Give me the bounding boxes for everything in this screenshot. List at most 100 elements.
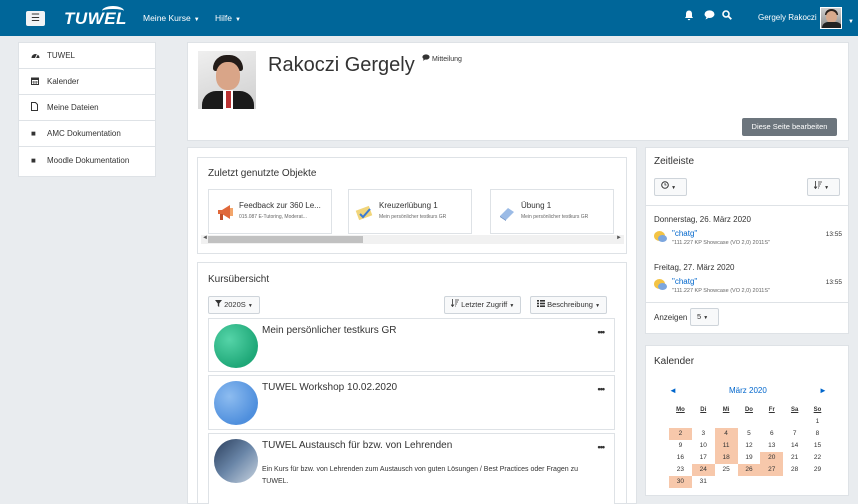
view-dropdown[interactable]: Beschreibung ▼ [530, 296, 608, 314]
calendar-next-icon[interactable]: ► [819, 386, 827, 395]
scroll-right-icon[interactable]: ► [616, 235, 622, 241]
timeline-event[interactable]: "chatg" "111.227 KP Showcase (VO 2,0) 20… [654, 229, 846, 251]
calendar-empty-cell [715, 416, 738, 428]
course-image [214, 381, 258, 425]
calendar-day[interactable]: 17 [692, 452, 715, 464]
calendar-day[interactable]: 3 [692, 428, 715, 440]
calendar-day[interactable]: 29 [806, 464, 829, 476]
timeline-filter-dropdown[interactable]: ▼ [654, 178, 687, 196]
calendar-day[interactable]: 15 [806, 440, 829, 452]
profile-photo [198, 51, 256, 109]
more-options-icon[interactable]: ••• [598, 442, 606, 452]
calendar-icon [31, 77, 41, 87]
event-name[interactable]: "chatg" [672, 229, 697, 238]
course-name[interactable]: TUWEL Austausch für bzw. von Lehrenden [262, 440, 452, 451]
calendar-day[interactable]: 14 [783, 440, 806, 452]
calendar-day[interactable]: 21 [783, 452, 806, 464]
recent-item-card[interactable]: Kreuzerlübung 1 Mein persönlicher testku… [348, 189, 472, 234]
tuwel-logo[interactable]: TUWEL [64, 6, 127, 29]
sidebar-item-label: Meine Dateien [47, 103, 99, 112]
calendar-day[interactable]: 25 [715, 464, 738, 476]
more-options-icon[interactable]: ••• [598, 384, 606, 394]
calendar-day[interactable]: 6 [760, 428, 783, 440]
calendar-day[interactable]: 13 [760, 440, 783, 452]
calendar-day[interactable]: 10 [692, 440, 715, 452]
search-icon[interactable] [721, 10, 733, 24]
calendar-day[interactable]: 18 [714, 452, 738, 464]
tachometer-icon [31, 51, 41, 61]
event-name[interactable]: "chatg" [672, 277, 697, 286]
calendar-day[interactable]: 9 [669, 440, 692, 452]
sidebar-item-amc-dokumentation[interactable]: ■ AMC Dokumentation [19, 121, 155, 147]
calendar-header-row: Mo Di Mi Do Fr Sa So [669, 404, 829, 416]
timeline-event[interactable]: "chatg" "111.227 KP Showcase (VO 2,0) 20… [654, 277, 846, 299]
calendar-weekday: Mo [676, 407, 685, 413]
calendar-day[interactable]: 22 [806, 452, 829, 464]
calendar-day[interactable]: 26 [737, 464, 761, 476]
recent-item-card[interactable]: Übung 1 Mein persönlicher testkurs GR [490, 189, 614, 234]
scrollbar-thumb[interactable] [208, 236, 363, 243]
course-name[interactable]: TUWEL Workshop 10.02.2020 [262, 382, 397, 393]
calendar-day[interactable]: 11 [714, 440, 738, 452]
filter-dropdown[interactable]: 2020S ▼ [208, 296, 260, 314]
calendar-week-row: 2345678 [669, 428, 829, 440]
calendar-day[interactable]: 1 [806, 416, 829, 428]
course-card[interactable]: TUWEL Workshop 10.02.2020 ••• [208, 375, 615, 430]
calendar-day[interactable]: 16 [669, 452, 692, 464]
course-name[interactable]: Mein persönlicher testkurs GR [262, 325, 397, 336]
calendar-day[interactable]: 28 [783, 464, 806, 476]
recent-item-card[interactable]: Feedback zur 360 Le... 015.087 E-Tutorin… [208, 189, 332, 234]
sort-value: Letzter Zugriff [461, 300, 508, 309]
calendar-day[interactable]: 24 [691, 464, 715, 476]
course-image [214, 324, 258, 368]
timeline-sort-dropdown[interactable]: ▼ [807, 178, 840, 196]
sidebar-item-meine-dateien[interactable]: Meine Dateien [19, 95, 155, 121]
calendar-week-row: 23 24 25 26 27 28 29 [669, 464, 829, 476]
course-card[interactable]: TUWEL Austausch für bzw. von Lehrenden •… [208, 433, 615, 504]
hamburger-icon[interactable]: ☰ [26, 11, 45, 26]
calendar-day[interactable]: 2 [669, 428, 692, 440]
caret-down-icon: ▼ [671, 185, 677, 191]
message-link[interactable]: Mitteilung [422, 54, 462, 63]
sort-icon [450, 299, 461, 309]
my-courses-menu[interactable]: Meine Kurse ▼ [143, 13, 200, 23]
calendar-day[interactable]: 20 [760, 452, 784, 464]
course-card[interactable]: Mein persönlicher testkurs GR ••• [208, 318, 615, 372]
calendar-day[interactable]: 27 [760, 464, 784, 476]
calendar-day[interactable]: 30 [669, 476, 692, 488]
edit-page-button[interactable]: Diese Seite bearbeiten [742, 118, 837, 136]
calendar-day[interactable]: 23 [669, 464, 692, 476]
sidebar-item-tuwel[interactable]: TUWEL [19, 43, 155, 69]
show-count-dropdown[interactable]: 5 ▼ [690, 308, 719, 326]
calendar-day[interactable]: 7 [783, 428, 806, 440]
calendar-day[interactable]: 8 [806, 428, 829, 440]
sidebar-item-label: Moodle Dokumentation [47, 155, 130, 165]
user-menu-caret-icon[interactable]: ▼ [848, 15, 854, 25]
calendar-title: Kalender [654, 356, 695, 367]
bullet-icon: ■ [31, 129, 36, 138]
chat-icon[interactable] [703, 10, 715, 24]
recent-item-title: Übung 1 [521, 201, 552, 210]
view-value: Beschreibung [547, 300, 593, 309]
calendar-day[interactable]: 19 [738, 452, 761, 464]
assignment-icon [497, 202, 517, 222]
bullet-icon: ■ [31, 155, 36, 165]
sidebar-item-label: TUWEL [47, 51, 75, 60]
recent-items-scrollbar[interactable]: ◄ ► [201, 235, 624, 244]
bell-icon[interactable] [683, 10, 695, 24]
sidebar-item-kalender[interactable]: Kalender [19, 69, 155, 95]
calendar-day[interactable]: 31 [692, 476, 715, 488]
help-menu[interactable]: Hilfe ▼ [215, 13, 241, 23]
sidebar-item-moodle-dokumentation[interactable]: ■ Moodle Dokumentation [19, 147, 155, 173]
user-avatar[interactable] [820, 7, 842, 29]
recent-item-subtitle: Mein persönlicher testkurs GR [521, 214, 589, 220]
calendar-day[interactable]: 4 [714, 428, 738, 440]
calendar-day[interactable]: 12 [738, 440, 761, 452]
sort-dropdown[interactable]: Letzter Zugriff ▼ [444, 296, 522, 314]
calendar-weekday: So [813, 407, 822, 413]
more-options-icon[interactable]: ••• [598, 327, 606, 337]
event-time: 13:55 [825, 231, 842, 238]
calendar-day[interactable]: 5 [738, 428, 761, 440]
calendar-prev-icon[interactable]: ◄ [669, 386, 677, 395]
user-name[interactable]: Gergely Rakoczi [758, 13, 817, 22]
